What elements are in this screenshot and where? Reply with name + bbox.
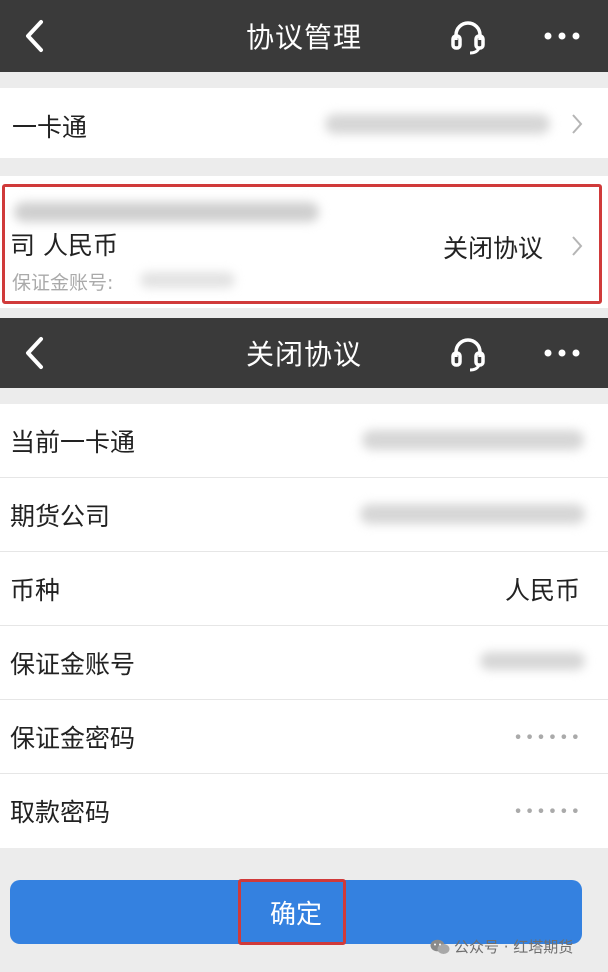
margin-password-row[interactable]: 保证金密码 •••••• — [0, 700, 608, 774]
row-label: 当前一卡通 — [10, 428, 136, 457]
chevron-right-icon — [570, 112, 584, 136]
row-label: 币种 — [10, 576, 61, 605]
masked-card-number — [362, 430, 584, 450]
masked-account-number — [140, 272, 235, 288]
customer-service-button[interactable] — [446, 331, 490, 375]
masked-account-number — [480, 652, 585, 670]
margin-account-row: 保证金账号 — [0, 626, 608, 700]
wechat-icon — [430, 939, 450, 954]
watermark: 公众号 · 红塔期货 — [430, 936, 573, 957]
card-row[interactable]: 一卡通 — [0, 88, 608, 158]
more-options-button[interactable] — [540, 331, 584, 375]
headset-icon — [451, 338, 485, 372]
currency-row: 币种 人民币 — [0, 552, 608, 626]
agreement-account-label: 保证金账号: — [12, 272, 114, 294]
row-label: 期货公司 — [10, 502, 111, 531]
withdrawal-password-row[interactable]: 取款密码 •••••• — [0, 774, 608, 848]
futures-company-row: 期货公司 — [0, 478, 608, 552]
chevron-right-icon — [570, 234, 584, 258]
margin-password-field[interactable]: •••••• — [513, 728, 582, 747]
card-row-label: 一卡通 — [12, 113, 88, 142]
row-label: 保证金账号 — [10, 650, 136, 679]
confirm-button[interactable]: 确定 — [10, 880, 582, 944]
confirm-button-label: 确定 — [269, 899, 322, 930]
withdrawal-password-field[interactable]: •••••• — [513, 802, 582, 821]
agreement-title-line2: 司 人民币 — [10, 231, 118, 260]
close-agreement-link[interactable]: 关闭协议 — [443, 229, 543, 265]
current-card-row: 当前一卡通 — [0, 404, 608, 478]
currency-value: 人民币 — [504, 576, 580, 605]
more-dots-icon — [544, 349, 580, 357]
navbar-agreement-management: 协议管理 — [0, 0, 608, 72]
more-dots-icon — [544, 32, 580, 40]
masked-company-name — [360, 504, 585, 524]
headset-icon — [451, 21, 485, 55]
page-title: 关闭协议 — [245, 338, 362, 371]
row-label: 取款密码 — [10, 798, 111, 827]
navbar-close-agreement: 关闭协议 — [0, 318, 608, 388]
masked-company-name — [14, 202, 319, 222]
watermark-text: 公众号 · 红塔期货 — [454, 938, 574, 956]
agreement-row[interactable]: 司 人民币 保证金账号: 关闭协议 — [0, 176, 608, 308]
customer-service-button[interactable] — [446, 14, 490, 58]
row-label: 保证金密码 — [10, 724, 136, 753]
page-title: 协议管理 — [245, 21, 362, 54]
more-options-button[interactable] — [540, 14, 584, 58]
masked-card-number — [325, 114, 550, 134]
